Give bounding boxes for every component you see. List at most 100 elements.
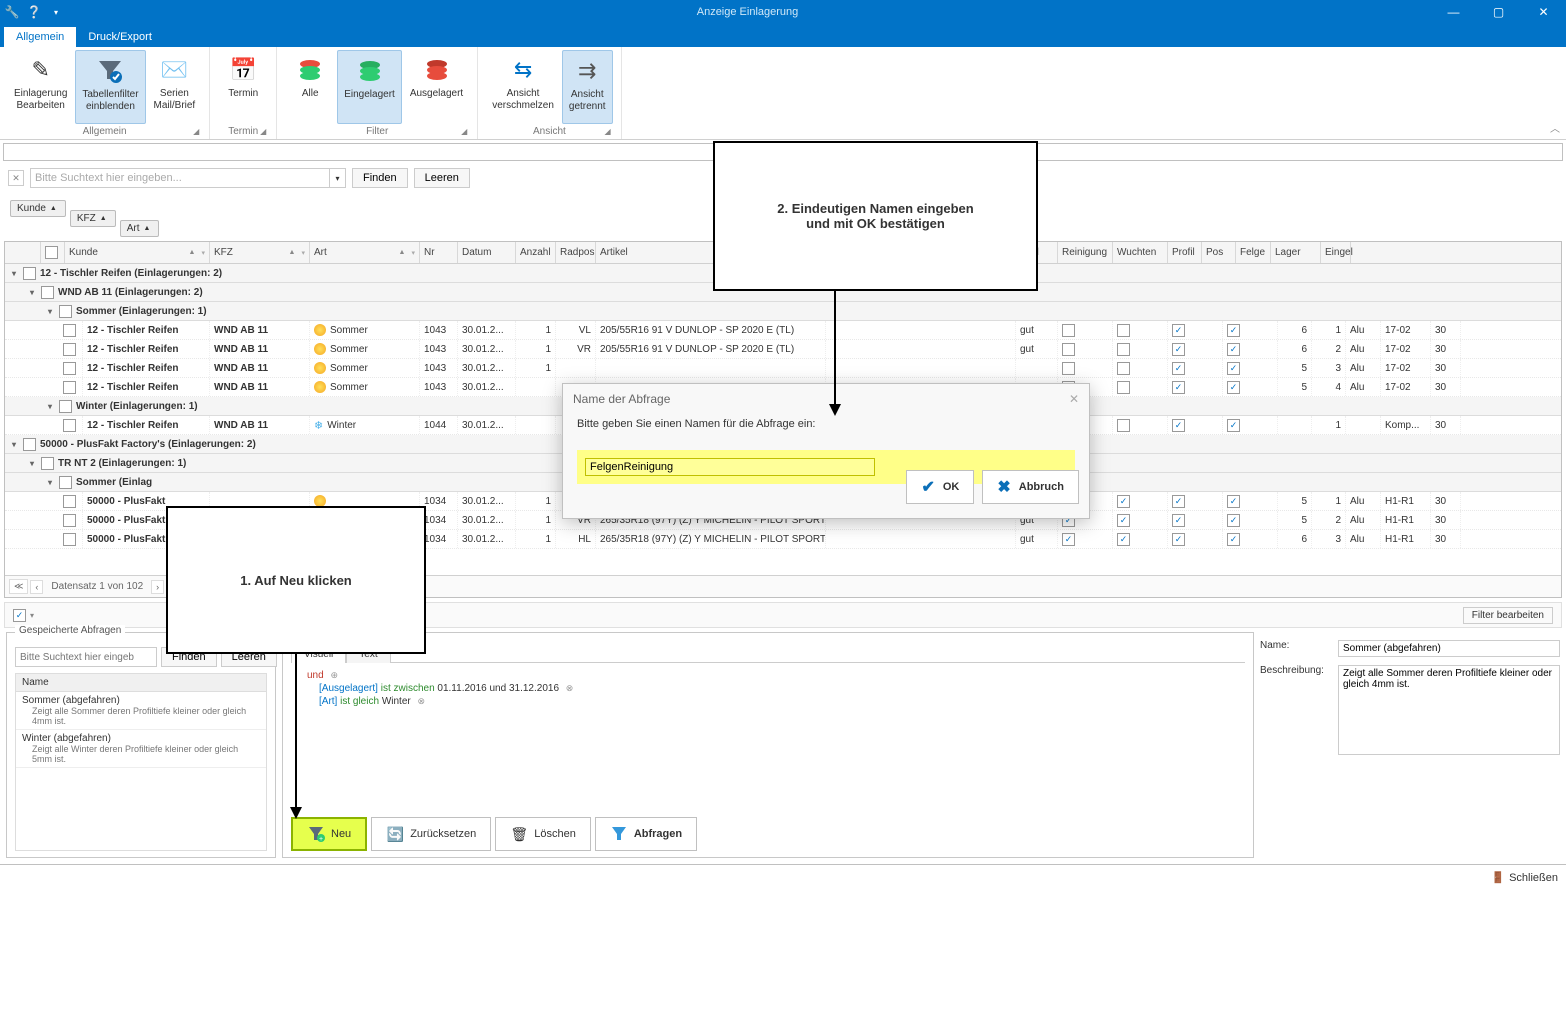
dialog-launcher-icon[interactable]: ◢ (258, 127, 268, 137)
ribbon-tabs: Allgemein Druck/Export (0, 24, 1566, 47)
saved-item-1[interactable]: Winter (abgefahren) Zeigt alle Winter de… (16, 730, 266, 768)
envelope-icon: ✉️ (158, 54, 190, 86)
dropdown-icon[interactable]: ▾ (48, 4, 64, 20)
funnel-check-icon (94, 55, 126, 87)
search-close-icon[interactable]: ✕ (8, 170, 24, 186)
filter-checkbox[interactable] (13, 609, 26, 622)
window-title: Anzeige Einlagerung (64, 6, 1431, 18)
desc-label: Beschreibung: (1260, 665, 1332, 755)
check-icon: ✔ (921, 477, 934, 497)
btn-ansicht-verschmelzen[interactable]: ⇆ Ansicht verschmelzen (486, 50, 560, 124)
col-art[interactable]: Art▲▾ (310, 242, 420, 263)
nav-next-icon[interactable]: › (151, 580, 164, 594)
ok-button[interactable]: ✔ OK (906, 470, 974, 504)
btn-einlagerung-bearbeiten[interactable]: ✎ Einlagerung Bearbeiten (8, 50, 73, 124)
delete-query-button[interactable]: 🗑 Löschen (495, 817, 591, 851)
group-chip-kfz[interactable]: KFZ▲ (70, 210, 116, 227)
saved-search-input[interactable] (15, 647, 157, 667)
btn-ausgelagert[interactable]: Ausgelagert (404, 50, 469, 124)
reset-query-button[interactable]: 🔄 Zurücksetzen (371, 817, 491, 851)
query-name-input[interactable] (585, 458, 875, 476)
col-kunde[interactable]: Kunde▲▾ (65, 242, 210, 263)
ribbon: ✎ Einlagerung Bearbeiten Tabellenfilter … (0, 47, 1566, 140)
dialog-title: Name der Abfrage (573, 392, 670, 406)
clear-button[interactable]: Leeren (414, 168, 470, 188)
record-indicator: Datensatz 1 von 102 (51, 581, 143, 592)
remove-condition-icon[interactable]: ⊗ (566, 683, 574, 693)
col-kfz[interactable]: KFZ▲▾ (210, 242, 310, 263)
maximize-button[interactable]: ▢ (1476, 0, 1521, 24)
btn-termin[interactable]: 📅 Termin (218, 50, 268, 124)
col-reinigung[interactable]: Reinigung (1058, 242, 1113, 263)
col-felge[interactable]: Felge (1236, 242, 1271, 263)
col-lager[interactable]: Lager (1271, 242, 1321, 263)
btn-eingelagert[interactable]: Eingelagert (337, 50, 402, 124)
help-icon[interactable]: ❔ (26, 4, 42, 20)
close-app-button[interactable]: 🚪 Schließen (1491, 871, 1558, 884)
current-query-panel: Aktuelle Abfrage Visuell Text und ⊕ [Aus… (282, 632, 1254, 858)
db-green-icon (354, 55, 386, 87)
split-icon: ⇉ (571, 55, 603, 87)
tab-allgemein[interactable]: Allgemein (4, 27, 76, 47)
svg-text:+: + (319, 836, 323, 843)
col-pos[interactable]: Pos (1202, 242, 1236, 263)
close-button[interactable]: ✕ (1521, 0, 1566, 24)
search-input[interactable]: Bitte Suchtext hier eingeben... (30, 168, 330, 188)
search-dropdown-icon[interactable]: ▾ (330, 168, 346, 188)
pencil-icon: ✎ (25, 54, 57, 86)
col-datum[interactable]: Datum (458, 242, 516, 263)
desc-field[interactable] (1338, 665, 1560, 755)
db-red-icon (421, 54, 453, 86)
btn-alle[interactable]: Alle (285, 50, 335, 124)
run-query-button[interactable]: Abfragen (595, 817, 697, 851)
minimize-button[interactable]: — (1431, 0, 1476, 24)
merge-icon: ⇆ (507, 54, 539, 86)
name-label: Name: (1260, 640, 1332, 657)
btn-ansicht-getrennt[interactable]: ⇉ Ansicht getrennt (562, 50, 613, 124)
annotation-2: 2. Eindeutigen Namen eingeben und mit OK… (713, 141, 1038, 291)
table-row[interactable]: 12 - Tischler ReifenWND AB 11 Sommer1043… (5, 359, 1561, 378)
col-profil[interactable]: Profil (1168, 242, 1202, 263)
dialog-launcher-icon[interactable]: ◢ (603, 127, 613, 137)
saved-queries-panel: Gespeicherte Abfragen Finden Leeren Name… (6, 632, 276, 858)
door-icon: 🚪 (1491, 871, 1505, 884)
group-row[interactable]: ▾Sommer (Einlagerungen: 1) (5, 302, 1561, 321)
filter-dropdown-icon[interactable]: ▾ (30, 611, 34, 620)
name-field[interactable] (1338, 640, 1560, 657)
col-wuchten[interactable]: Wuchten (1113, 242, 1168, 263)
col-eingel[interactable]: Eingel (1321, 242, 1351, 263)
funnel-plus-icon: + (307, 825, 325, 843)
group-chip-art[interactable]: Art▲ (120, 220, 160, 237)
calendar-icon: 📅 (227, 54, 259, 86)
tab-druck-export[interactable]: Druck/Export (76, 27, 164, 47)
group-chip-kunde[interactable]: Kunde▲ (10, 200, 66, 217)
dialog-launcher-icon[interactable]: ◢ (191, 127, 201, 137)
nav-first-icon[interactable]: ≪ (9, 579, 28, 594)
saved-list-header[interactable]: Name (16, 674, 266, 692)
col-anzahl[interactable]: Anzahl (516, 242, 556, 263)
find-button[interactable]: Finden (352, 168, 408, 188)
col-radpos[interactable]: Radpos (556, 242, 596, 263)
annotation-1: 1. Auf Neu klicken (166, 506, 426, 654)
group-termin-label: Termin (228, 126, 258, 137)
cancel-icon: ✖ (997, 477, 1010, 497)
col-nr[interactable]: Nr (420, 242, 458, 263)
dialog-close-icon[interactable]: ✕ (1069, 392, 1079, 406)
query-details-panel: Name: Beschreibung: (1260, 632, 1560, 858)
filter-edit-button[interactable]: Filter bearbeiten (1463, 607, 1553, 624)
ribbon-collapse-icon[interactable]: ︿ (1550, 120, 1560, 135)
nav-prev-icon[interactable]: ‹ (30, 580, 43, 594)
header-checkbox[interactable] (45, 246, 58, 259)
dialog-launcher-icon[interactable]: ◢ (459, 127, 469, 137)
saved-item-0[interactable]: Sommer (abgefahren) Zeigt alle Sommer de… (16, 692, 266, 730)
funnel-run-icon (610, 825, 628, 843)
funnel-delete-icon: 🗑 (510, 825, 528, 843)
bottom-panels: Gespeicherte Abfragen Finden Leeren Name… (0, 632, 1566, 864)
db-green-icon (294, 54, 326, 86)
table-row[interactable]: 12 - Tischler ReifenWND AB 11 Sommer1043… (5, 340, 1561, 359)
btn-tabellenfilter-einblenden[interactable]: Tabellenfilter einblenden (75, 50, 145, 124)
table-row[interactable]: 12 - Tischler ReifenWND AB 11 Sommer1043… (5, 321, 1561, 340)
remove-condition-icon[interactable]: ⊗ (418, 696, 426, 706)
btn-serien-mail[interactable]: ✉️ Serien Mail/Brief (148, 50, 202, 124)
cancel-button[interactable]: ✖ Abbruch (982, 470, 1079, 504)
